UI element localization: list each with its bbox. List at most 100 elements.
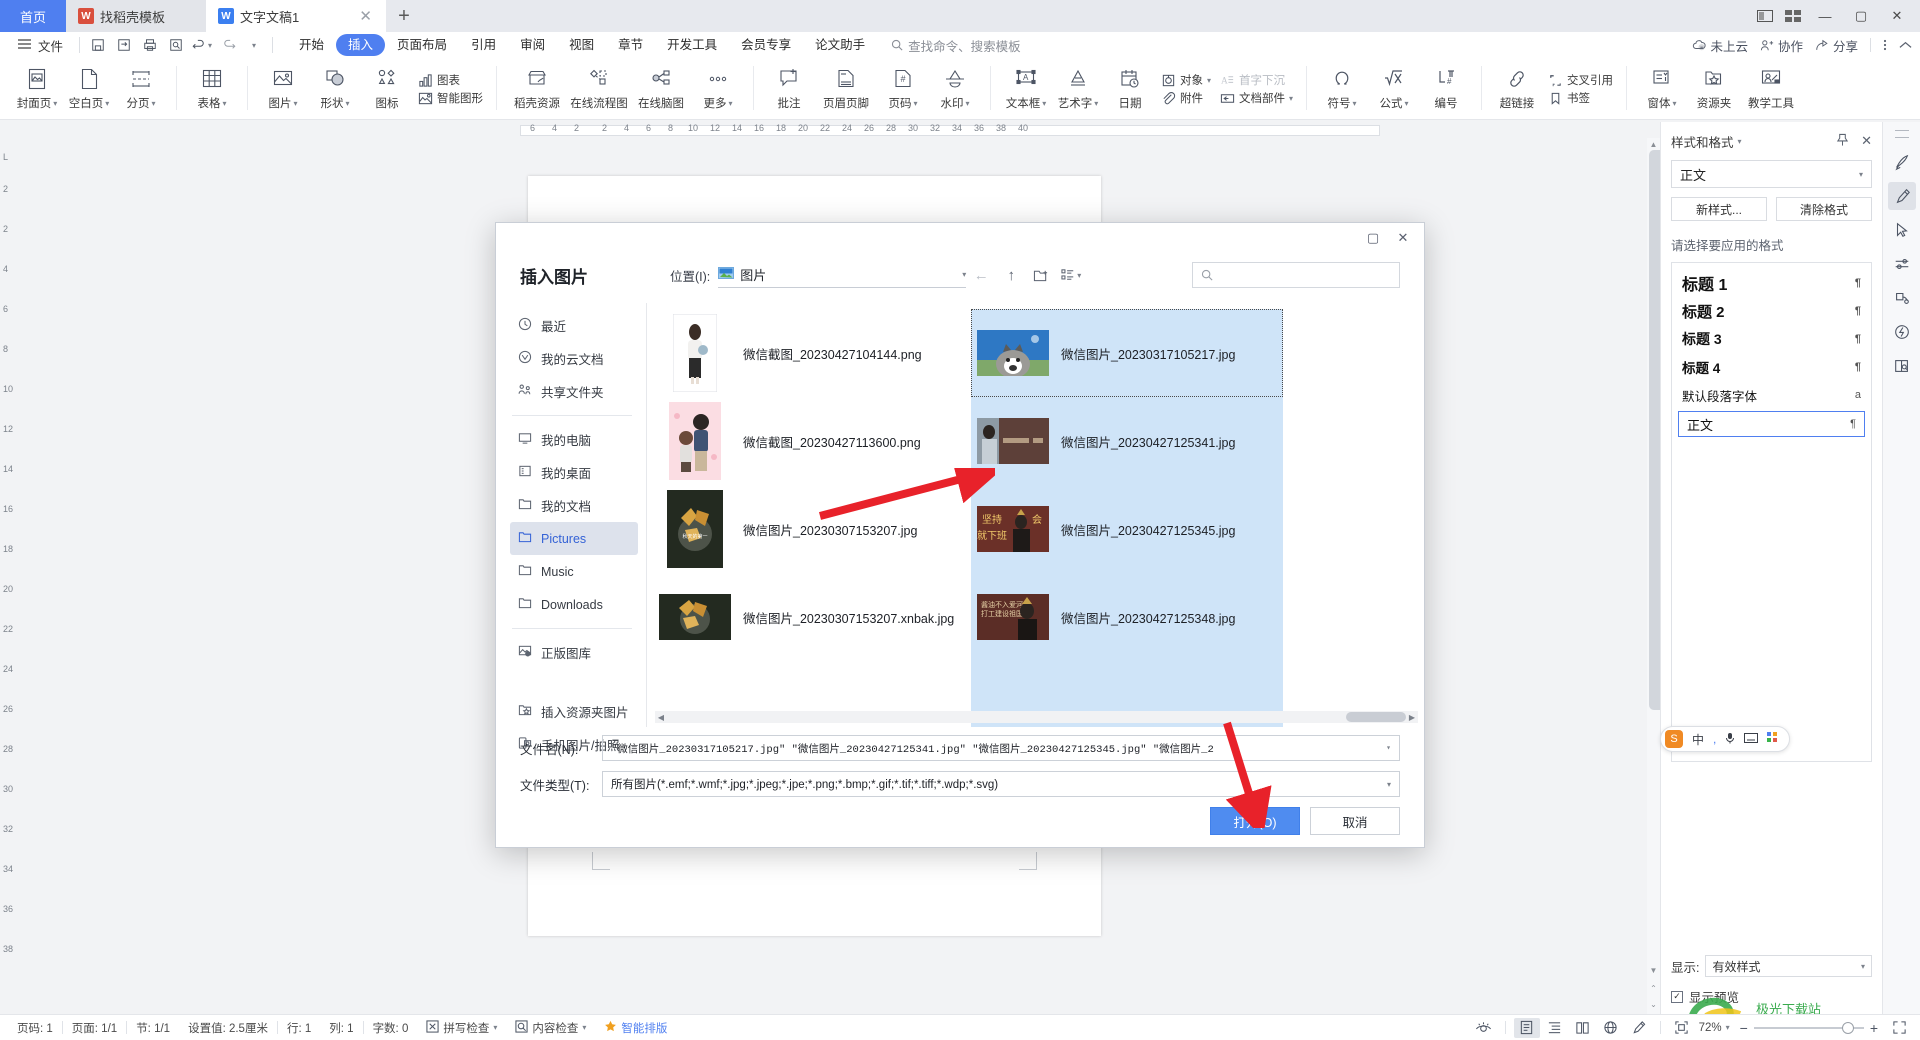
zoom-in-button[interactable]: + bbox=[1870, 1020, 1878, 1036]
file-list-item[interactable]: 微信图片_20230427125341.jpg bbox=[971, 397, 1283, 485]
chevron-down-icon[interactable]: ▾ bbox=[151, 99, 155, 108]
file-list-item[interactable]: 微信截图_20230427113600.png bbox=[655, 397, 967, 485]
minimize-button[interactable]: — bbox=[1808, 2, 1842, 30]
chevron-down-icon[interactable]: ▾ bbox=[105, 99, 109, 108]
zoom-knob[interactable] bbox=[1841, 1021, 1854, 1034]
style-item-body-text[interactable]: 正文 ¶ bbox=[1678, 411, 1865, 437]
share-button[interactable]: 分享 bbox=[1815, 36, 1858, 55]
tool-icon[interactable] bbox=[1888, 284, 1916, 312]
outline-view-icon[interactable] bbox=[1542, 1018, 1568, 1038]
sidebar-item-music[interactable]: Music bbox=[510, 555, 638, 588]
scroll-up-button[interactable]: ▲ bbox=[1647, 138, 1660, 150]
chevron-down-icon[interactable]: ▾ bbox=[582, 1023, 586, 1032]
clear-format-button[interactable]: 清除格式 bbox=[1776, 197, 1872, 221]
filetype-select[interactable]: 所有图片(*.emf;*.wmf;*.jpg;*.jpeg;*.jpe;*.pn… bbox=[602, 771, 1400, 797]
smart-layout-button[interactable]: 智能排版 bbox=[595, 1020, 676, 1036]
chevron-down-icon[interactable]: ▾ bbox=[1386, 743, 1391, 753]
ime-toolbar[interactable]: S 中 , bbox=[1660, 726, 1790, 752]
ribbon-comment[interactable]: 批注 bbox=[763, 60, 815, 116]
chevron-down-icon[interactable]: ▾ bbox=[53, 99, 57, 108]
redo-icon[interactable] bbox=[216, 34, 240, 56]
ribbon-chart[interactable]: 图表 bbox=[413, 71, 487, 89]
zoom-slider[interactable]: − + bbox=[1740, 1020, 1878, 1036]
ribbon-attachment[interactable]: 附件 bbox=[1156, 89, 1215, 107]
edit-pen-icon[interactable] bbox=[1626, 1018, 1652, 1038]
chevron-down-icon[interactable]: ▾ bbox=[293, 99, 297, 108]
style-item-heading-3[interactable]: 标题 3 ¶ bbox=[1672, 325, 1871, 353]
content-check-button[interactable]: 内容检查 ▾ bbox=[506, 1019, 595, 1036]
file-list-item[interactable]: 微信截图_20230427104144.png bbox=[655, 309, 967, 397]
book-search-icon[interactable] bbox=[1888, 352, 1916, 380]
ribbon-page-number[interactable]: # 页码 ▾ bbox=[877, 60, 929, 116]
sidebar-item-recent[interactable]: 最近 bbox=[510, 309, 638, 342]
scroll-down-button[interactable]: ▼ bbox=[1647, 964, 1660, 976]
file-list-item[interactable]: 秋天的第一 微信图片_20230307153207.jpg bbox=[655, 485, 967, 573]
chevron-down-icon[interactable]: ▾ bbox=[1673, 99, 1677, 108]
show-filter-select[interactable]: 有效样式 ▾ bbox=[1705, 955, 1872, 977]
document-vertical-scrollbar[interactable]: ▲ ▼ ⌃ ⌄ bbox=[1647, 138, 1721, 1014]
chevron-down-icon[interactable]: ▾ bbox=[1387, 780, 1391, 789]
chevron-down-icon[interactable]: ▾ bbox=[222, 99, 226, 108]
tab-start[interactable]: 开始 bbox=[287, 34, 336, 56]
ribbon-symbol[interactable]: 符号 ▾ bbox=[1316, 60, 1368, 116]
panel-title[interactable]: 样式和格式 ▾ bbox=[1671, 132, 1742, 151]
chevron-down-icon[interactable]: ▾ bbox=[728, 99, 732, 108]
ribbon-text-box[interactable]: A 文本框 ▾ bbox=[1000, 60, 1052, 116]
file-menu-button[interactable]: 文件 bbox=[8, 36, 73, 55]
ribbon-object[interactable]: 对象 ▾ bbox=[1156, 71, 1215, 89]
file-list-item[interactable]: 微信图片_20230307153207.xnbak.jpg bbox=[655, 573, 967, 661]
style-list[interactable]: 标题 1 ¶ 标题 2 ¶ 标题 3 ¶ 标题 4 ¶ 默认段落字体 a 正文 … bbox=[1671, 262, 1872, 762]
new-tab-button[interactable]: + bbox=[386, 0, 422, 32]
rail-grip[interactable] bbox=[1894, 130, 1909, 138]
chevron-down-icon[interactable]: ▾ bbox=[345, 99, 349, 108]
chevron-down-icon[interactable]: ▾ bbox=[1738, 137, 1742, 146]
prev-page-button[interactable]: ⌃ bbox=[1647, 982, 1660, 994]
chevron-down-icon[interactable]: ▾ bbox=[965, 99, 969, 108]
sidebar-item-my-cloud-docs[interactable]: 我的云文档 bbox=[510, 342, 638, 375]
chevron-down-icon[interactable]: ▾ bbox=[1042, 99, 1046, 108]
read-view-icon[interactable] bbox=[1570, 1018, 1596, 1038]
brush-icon[interactable] bbox=[1887, 182, 1916, 210]
chevron-down-icon[interactable]: ▾ bbox=[913, 99, 917, 108]
close-icon[interactable]: ✕ bbox=[341, 7, 372, 25]
ribbon-teaching-tool[interactable]: 教学工具 bbox=[1740, 60, 1802, 116]
tab-text-document-1[interactable]: W 文字文稿1 ✕ bbox=[206, 0, 386, 32]
close-icon[interactable]: ✕ bbox=[1388, 226, 1418, 250]
print-preview-icon[interactable] bbox=[164, 34, 188, 56]
ribbon-resource-folder[interactable]: 资源夹 bbox=[1688, 60, 1740, 116]
file-list-pane[interactable]: 微信截图_20230427104144.png 微信截图_20230427113… bbox=[646, 303, 1424, 727]
ribbon-formula[interactable]: 公式 ▾ bbox=[1368, 60, 1420, 116]
ribbon-smartart[interactable]: 智能图形 bbox=[413, 89, 487, 107]
ribbon-picture[interactable]: 图片 ▾ bbox=[257, 60, 309, 116]
tab-insert[interactable]: 插入 bbox=[336, 34, 386, 56]
close-icon[interactable]: ✕ bbox=[1861, 133, 1872, 149]
dialog-search-input[interactable] bbox=[1192, 262, 1400, 288]
save-icon[interactable] bbox=[86, 34, 110, 56]
ribbon-numbering[interactable]: # 编号 bbox=[1420, 60, 1472, 116]
more-options-button[interactable] bbox=[1883, 38, 1887, 52]
chevron-down-icon[interactable]: ▾ bbox=[1861, 962, 1865, 971]
scroll-right-arrow-icon[interactable]: ▶ bbox=[1406, 713, 1418, 722]
pin-icon[interactable] bbox=[1836, 133, 1849, 150]
new-folder-icon[interactable] bbox=[1026, 261, 1056, 289]
tab-developer-tools[interactable]: 开发工具 bbox=[655, 34, 729, 56]
sidebar-item-my-desktop[interactable]: 我的桌面 bbox=[510, 456, 638, 489]
file-list-item[interactable]: 微信图片_20230317105217.jpg bbox=[971, 309, 1283, 397]
command-search[interactable]: 查找命令、搜索模板 bbox=[891, 36, 1021, 55]
ribbon-shapes[interactable]: 形状 ▾ bbox=[309, 60, 361, 116]
ribbon-hyperlink[interactable]: 超链接 bbox=[1491, 60, 1543, 116]
keyboard-icon[interactable] bbox=[1744, 732, 1759, 746]
cloud-status-button[interactable]: 未上云 bbox=[1692, 36, 1748, 55]
tab-view[interactable]: 视图 bbox=[557, 34, 606, 56]
spellcheck-button[interactable]: 拼写检查 ▾ bbox=[417, 1019, 506, 1036]
tab-references[interactable]: 引用 bbox=[459, 34, 508, 56]
ribbon-form[interactable]: 窗体 ▾ bbox=[1636, 60, 1688, 116]
ribbon-page-break[interactable]: 分页 ▾ bbox=[115, 60, 167, 116]
sidebar-item-downloads[interactable]: Downloads bbox=[510, 588, 638, 621]
fullscreen-icon[interactable] bbox=[1886, 1018, 1912, 1038]
scrollbar-thumb[interactable] bbox=[1346, 712, 1406, 722]
up-arrow-icon[interactable]: ↑ bbox=[996, 261, 1026, 289]
eye-icon[interactable] bbox=[1471, 1018, 1497, 1038]
ribbon-bookmark[interactable]: 书签 bbox=[1543, 89, 1617, 107]
style-item-heading-4[interactable]: 标题 4 ¶ bbox=[1672, 353, 1871, 381]
